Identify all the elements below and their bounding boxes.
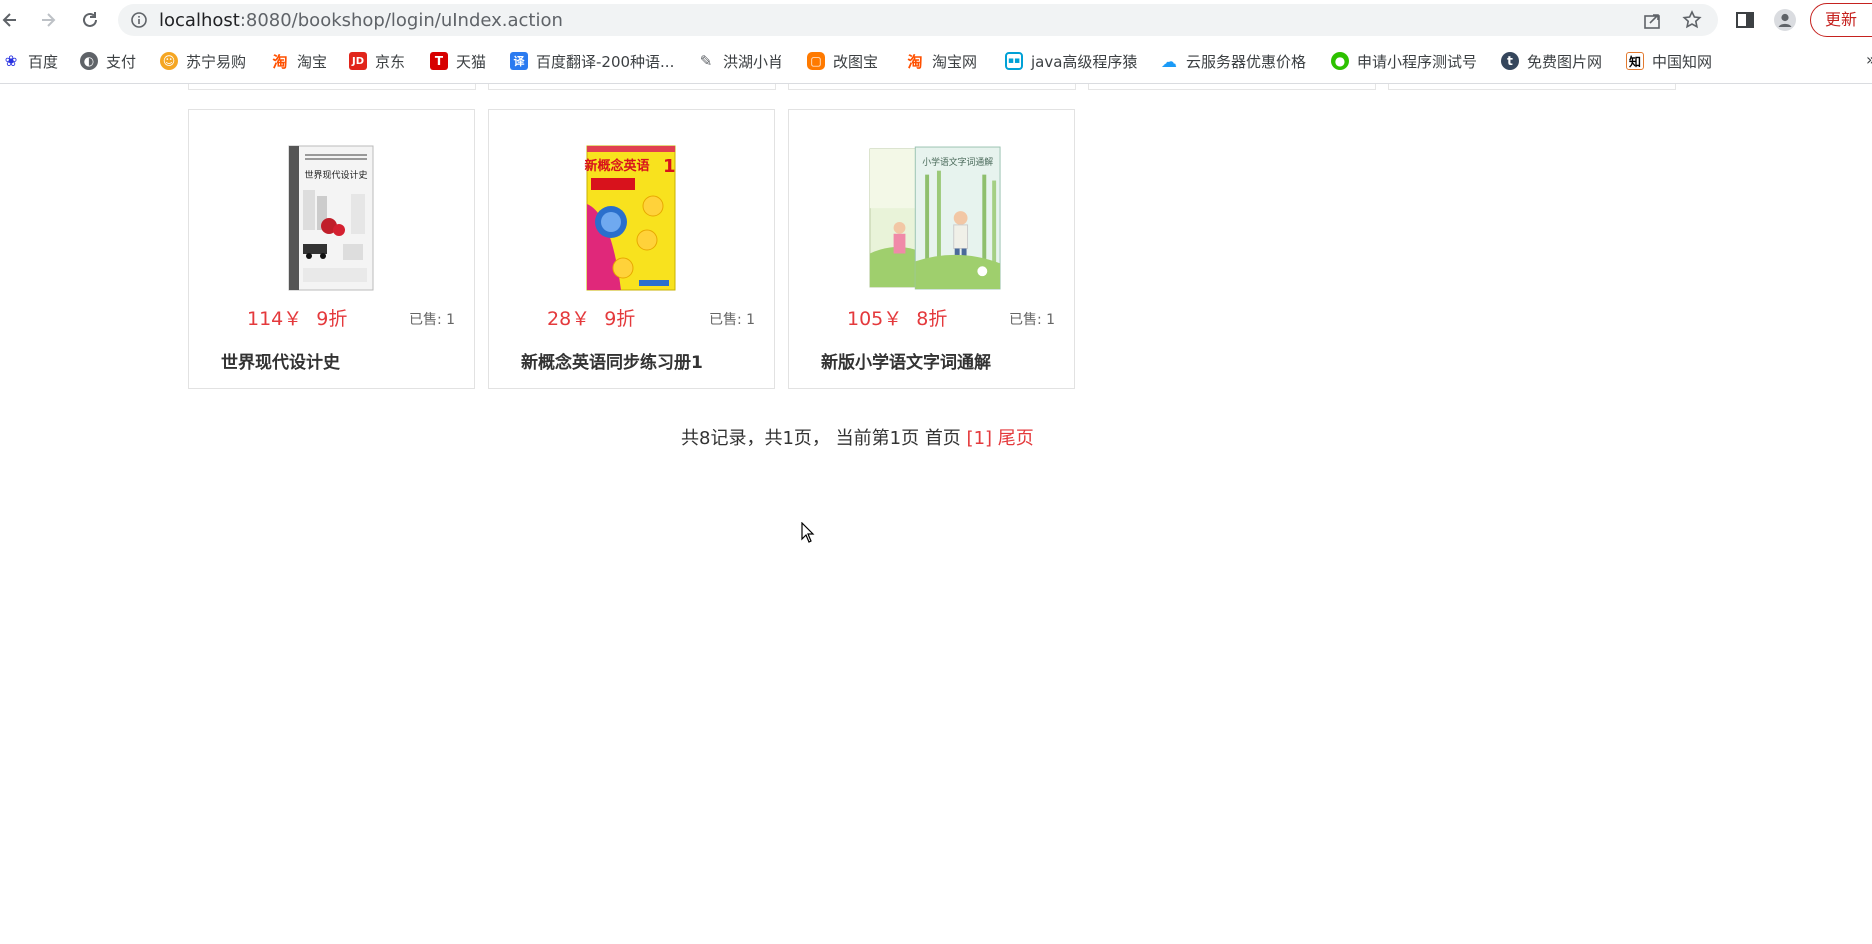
- bookmark-label: 云服务器优惠价格: [1186, 52, 1307, 71]
- bookmark-tmall[interactable]: T 天猫: [430, 50, 486, 72]
- discount-value: 9折: [604, 308, 636, 330]
- cover-title: 小学语文字词通解: [922, 156, 993, 168]
- book-title[interactable]: 新版小学语文字词通解: [821, 348, 991, 373]
- cnki-icon: 知: [1626, 52, 1644, 70]
- bookmark-java[interactable]: ▪▪ java高级程序猿: [1005, 50, 1137, 72]
- sold-count: 已售: 1: [1009, 312, 1056, 328]
- bookmark-baidu[interactable]: ❀ 百度: [2, 50, 58, 72]
- bookmarks-overflow-icon[interactable]: »: [1866, 50, 1872, 69]
- bookmark-taobao-net[interactable]: 淘 淘宝网: [906, 50, 977, 72]
- previous-row-card-edge: [488, 84, 776, 90]
- book-card[interactable]: 世界现代设计史 114￥ 9折 已售: 1 世界现代设计史: [188, 109, 475, 389]
- reload-icon[interactable]: [78, 8, 102, 32]
- bilibili-icon: ▪▪: [1005, 52, 1023, 70]
- bookmark-baidu-translate[interactable]: 译 百度翻译-200种语...: [510, 50, 674, 72]
- price-value: 28￥: [547, 308, 591, 330]
- discount-value: 9折: [316, 308, 348, 330]
- url-text[interactable]: localhost:8080/bookshop/login/uIndex.act…: [159, 10, 563, 31]
- bookmark-label: 申请小程序测试号: [1357, 52, 1478, 71]
- bookmark-jd[interactable]: JD 京东: [349, 50, 405, 72]
- share-icon[interactable]: [1642, 11, 1662, 31]
- discount-value: 8折: [916, 308, 948, 330]
- bookmark-honghu[interactable]: ✎ 洪湖小肖: [697, 50, 783, 72]
- bookmark-gaitubao[interactable]: ▢ 改图宝: [807, 50, 878, 72]
- bookmark-label: 苏宁易购: [186, 52, 247, 71]
- book-cover-image[interactable]: 小学语文字词通解: [866, 144, 1004, 292]
- bookmark-label: java高级程序猿: [1031, 52, 1138, 71]
- bookmark-label: 京东: [375, 52, 406, 71]
- bookmark-label: 改图宝: [833, 52, 879, 71]
- bookmark-label: 中国知网: [1652, 52, 1713, 71]
- url-path: :8080/bookshop/login/uIndex.action: [239, 10, 563, 31]
- cloud-icon: ☁: [1161, 51, 1177, 71]
- bookmark-taobao[interactable]: 淘 淘宝: [271, 50, 327, 72]
- taobao-icon: 淘: [272, 52, 288, 71]
- jd-icon: JD: [349, 52, 367, 70]
- bookmark-star-icon[interactable]: [1682, 10, 1702, 30]
- tumblr-icon: t: [1501, 52, 1519, 70]
- book-cover-image[interactable]: 新概念英语 1: [581, 144, 681, 292]
- bookmark-miniprogram[interactable]: ● 申请小程序测试号: [1331, 50, 1477, 72]
- globe-icon: ◐: [80, 52, 98, 70]
- book-cover-image[interactable]: 世界现代设计史: [281, 144, 381, 292]
- bird-icon: ✎: [699, 52, 713, 70]
- taobao-icon: 淘: [907, 52, 923, 71]
- baidu-translate-icon: 译: [510, 52, 528, 70]
- pagination-summary: 共8记录，共1页， 当前第1页: [681, 428, 920, 449]
- last-page-link[interactable]: 尾页: [998, 428, 1034, 449]
- browser-toolbar: localhost:8080/bookshop/login/uIndex.act…: [0, 0, 1872, 40]
- forward-icon[interactable]: [36, 8, 60, 32]
- previous-row-card-edge: [1088, 84, 1376, 90]
- book-title[interactable]: 新概念英语同步练习册1: [521, 348, 703, 373]
- update-button[interactable]: 更新: [1810, 3, 1872, 37]
- bookmarks-bar: ❀ 百度 ◐ 支付 ☺ 苏宁易购 淘 淘宝 JD 京东 T 天猫 译 百度翻译-…: [0, 40, 1872, 84]
- price-value: 114￥: [247, 308, 303, 330]
- sold-count: 已售: 1: [409, 312, 456, 328]
- previous-row-card-edge: [1388, 84, 1676, 90]
- baidu-paw-icon: ❀: [4, 52, 18, 70]
- wechat-icon: ●: [1331, 52, 1349, 70]
- mouse-cursor-icon: [801, 522, 815, 543]
- bookmark-free-images[interactable]: t 免费图片网: [1501, 50, 1602, 72]
- sold-count: 已售: 1: [709, 312, 756, 328]
- bookmark-label: 免费图片网: [1527, 52, 1603, 71]
- cover-title: 世界现代设计史: [304, 169, 367, 181]
- gaitubao-icon: ▢: [807, 52, 825, 70]
- url-host: localhost: [159, 10, 240, 31]
- pagination: 共8记录，共1页， 当前第1页 首页 [1] 尾页: [681, 424, 1034, 450]
- side-panel-icon[interactable]: [1734, 9, 1756, 31]
- previous-row-card-edge: [188, 84, 476, 90]
- previous-row-card-edge: [788, 84, 1076, 90]
- address-bar[interactable]: localhost:8080/bookshop/login/uIndex.act…: [118, 4, 1718, 36]
- book-title[interactable]: 世界现代设计史: [221, 348, 340, 373]
- book-price: 28￥ 9折: [547, 304, 635, 331]
- bookmark-suning[interactable]: ☺ 苏宁易购: [160, 50, 246, 72]
- bookmark-label: 百度翻译-200种语...: [536, 52, 675, 71]
- bookmark-label: 天猫: [456, 52, 487, 71]
- svg-text:1: 1: [663, 156, 676, 177]
- profile-avatar-icon[interactable]: [1774, 9, 1796, 31]
- tmall-icon: T: [430, 52, 448, 70]
- book-price: 105￥ 8折: [847, 304, 947, 331]
- back-icon[interactable]: [0, 8, 22, 32]
- bookmark-label: 支付: [106, 52, 137, 71]
- bookmark-cnki[interactable]: 知 中国知网: [1626, 50, 1712, 72]
- bookmark-label: 洪湖小肖: [723, 52, 784, 71]
- suning-lion-icon: ☺: [160, 52, 178, 70]
- first-page-link[interactable]: 首页: [925, 428, 961, 449]
- bookmark-cloud-server[interactable]: ☁ 云服务器优惠价格: [1160, 50, 1306, 72]
- price-value: 105￥: [847, 308, 903, 330]
- current-page-link[interactable]: [1]: [967, 428, 993, 449]
- site-info-icon[interactable]: [130, 11, 148, 29]
- book-price: 114￥ 9折: [247, 304, 347, 331]
- bookmark-label: 淘宝: [297, 52, 328, 71]
- book-card[interactable]: 新概念英语 1 28￥ 9折 已售: 1 新概念英语同步练习册1: [488, 109, 775, 389]
- book-card[interactable]: 小学语文字词通解 105￥ 8折 已售: 1 新版小学语文字词通解: [788, 109, 1075, 389]
- cover-title: 新概念英语: [584, 158, 649, 174]
- bookmark-label: 淘宝网: [932, 52, 978, 71]
- bookmark-label: 百度: [28, 52, 59, 71]
- bookmark-pay[interactable]: ◐ 支付: [80, 50, 136, 72]
